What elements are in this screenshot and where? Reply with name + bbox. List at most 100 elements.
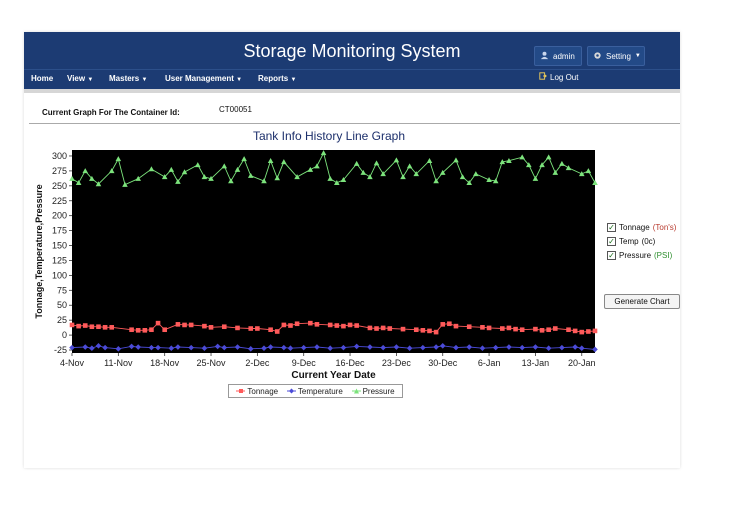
data-point-tonnage — [294, 321, 300, 327]
chevron-down-icon: ▼ — [290, 77, 297, 83]
checkbox-pressure[interactable]: ✓ — [607, 250, 616, 260]
y-axis-label: Tonnage,Temperature,Pressure — [34, 184, 44, 318]
data-point-tonnage — [82, 323, 88, 328]
y-tick-label: 25 — [57, 315, 67, 325]
y-tick-label: 75 — [57, 285, 67, 295]
data-point-tonnage — [427, 328, 432, 334]
x-tick-label: 11-Nov — [104, 358, 133, 368]
data-point-tonnage — [374, 326, 379, 331]
toggle-pressure-unit: (PSI) — [654, 250, 673, 260]
data-point-tonnage — [341, 323, 346, 329]
data-point-tonnage — [155, 320, 161, 326]
setting-label: Setting — [606, 51, 631, 61]
data-point-tonnage — [519, 327, 525, 333]
checkbox-tonnage[interactable]: ✓ — [607, 222, 616, 232]
x-tick-label: 2-Dec — [245, 358, 270, 368]
generate-chart-button[interactable]: Generate Chart — [604, 294, 680, 309]
header-strip — [24, 89, 680, 93]
toggle-tonnage[interactable]: ✓ Tonnage (Ton's) — [607, 222, 676, 232]
data-point-tonnage — [347, 322, 353, 328]
data-point-tonnage — [579, 329, 585, 335]
data-point-tonnage — [274, 329, 280, 334]
data-point-tonnage — [552, 326, 558, 331]
data-point-tonnage — [539, 328, 545, 333]
data-point-tonnage — [188, 322, 194, 328]
x-tick-label: 16-Dec — [336, 358, 366, 368]
data-point-tonnage — [102, 325, 108, 330]
data-point-tonnage — [255, 326, 260, 331]
data-point-tonnage — [248, 326, 254, 331]
data-point-tonnage — [96, 324, 101, 330]
legend-item-tonnage: Tonnage — [236, 387, 278, 396]
y-tick-label: 150 — [52, 241, 67, 251]
y-tick-label: 300 — [52, 151, 67, 161]
admin-label: admin — [553, 51, 575, 61]
data-point-tonnage — [109, 325, 115, 330]
setting-menu-button[interactable]: Setting ▼ — [587, 46, 645, 66]
data-point-tonnage — [480, 325, 485, 330]
logout-icon — [539, 72, 547, 82]
container-id: CT00051 — [219, 105, 252, 114]
y-tick-label: -25 — [54, 345, 67, 355]
y-tick-label: 0 — [62, 330, 67, 340]
nav-reports[interactable]: Reports ▼ — [258, 74, 296, 83]
data-point-tonnage — [433, 329, 439, 335]
legend-item-temperature: Temperature — [286, 387, 343, 396]
data-point-tonnage — [142, 328, 148, 333]
data-point-tonnage — [268, 327, 273, 333]
data-point-tonnage — [506, 325, 512, 331]
data-point-tonnage — [354, 323, 359, 328]
data-point-tonnage — [367, 325, 373, 331]
toggle-temp-label: Temp — [619, 236, 639, 246]
data-point-tonnage — [314, 322, 320, 327]
x-tick-label: 23-Dec — [382, 358, 412, 368]
x-tick-label: 30-Dec — [428, 358, 458, 368]
data-point-tonnage — [500, 326, 505, 331]
data-point-tonnage — [221, 324, 227, 330]
data-point-tonnage — [281, 322, 287, 328]
chart-legend: Tonnage Temperature Pressure — [228, 384, 403, 398]
data-point-tonnage — [175, 322, 181, 327]
nav-user-management[interactable]: User Management ▼ — [165, 74, 242, 83]
data-point-tonnage — [420, 328, 426, 333]
y-tick-label: 200 — [52, 211, 67, 221]
data-point-tonnage — [447, 321, 452, 327]
nav-masters[interactable]: Masters ▼ — [109, 74, 147, 83]
data-point-tonnage — [413, 327, 419, 333]
data-point-tonnage — [387, 326, 393, 331]
toggle-temp[interactable]: ✓ Temp (0c) — [607, 236, 676, 246]
data-point-tonnage — [513, 326, 518, 332]
toggle-pressure-label: Pressure — [619, 250, 652, 260]
data-point-tonnage — [208, 325, 214, 330]
x-axis-label: Current Year Date — [291, 370, 376, 381]
nav-view[interactable]: View ▼ — [67, 74, 93, 83]
y-tick-label: 125 — [52, 255, 67, 265]
data-point-tonnage — [182, 322, 187, 328]
chevron-down-icon: ▼ — [236, 77, 243, 83]
chart-title: Tank Info History Line Graph — [252, 129, 406, 143]
chevron-down-icon: ▼ — [87, 77, 94, 83]
logout-link[interactable]: Log Out — [539, 72, 578, 82]
main-nav: Home View ▼ Masters ▼ User Management ▼ … — [24, 69, 680, 89]
toggle-pressure[interactable]: ✓ Pressure (PSI) — [607, 250, 676, 260]
admin-menu-button[interactable]: admin — [534, 46, 582, 66]
nav-home[interactable]: Home — [31, 74, 53, 83]
checkbox-temp[interactable]: ✓ — [607, 236, 616, 246]
data-point-tonnage — [546, 327, 551, 333]
data-point-tonnage — [592, 328, 598, 334]
data-point-tonnage — [466, 324, 472, 330]
data-point-tonnage — [162, 327, 167, 333]
app-header: Storage Monitoring System admin Setting … — [24, 32, 680, 69]
toggle-tonnage-unit: (Ton's) — [652, 222, 677, 232]
divider — [29, 123, 680, 124]
data-point-tonnage — [486, 325, 492, 331]
data-point-tonnage — [202, 323, 207, 329]
toggle-temp-unit: (0c) — [641, 236, 656, 246]
data-point-tonnage — [89, 324, 95, 330]
x-tick-label: 4-Nov — [60, 358, 85, 368]
data-point-tonnage — [308, 320, 313, 326]
y-tick-label: 100 — [52, 270, 67, 280]
data-point-tonnage — [533, 326, 538, 332]
data-point-tonnage — [380, 325, 386, 331]
chevron-down-icon: ▼ — [634, 53, 641, 59]
